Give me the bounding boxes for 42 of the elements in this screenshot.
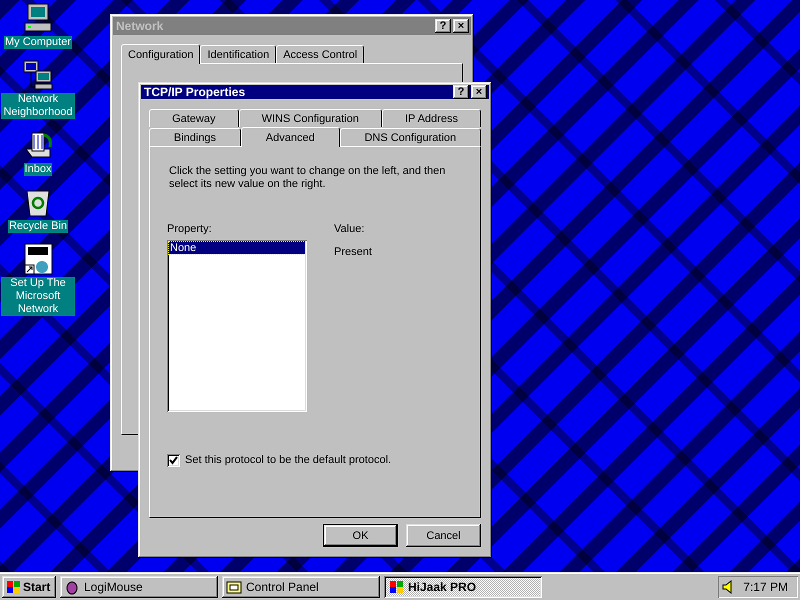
windows-flag-icon <box>5 580 21 594</box>
tab[interactable]: Bindings <box>149 128 241 146</box>
property-item[interactable]: None <box>169 242 305 254</box>
dialog-button[interactable]: OK <box>323 524 398 547</box>
tab[interactable]: Access Control <box>276 45 364 63</box>
taskbar-button[interactable]: Control Panel <box>222 576 380 598</box>
checkbox-label: Set this protocol to be the default protocol. <box>185 454 392 467</box>
property-label: Property: <box>167 223 213 236</box>
mouse-icon <box>64 578 80 594</box>
msn-shortcut-icon <box>22 243 54 275</box>
help-button[interactable]: ? <box>435 19 451 33</box>
tab[interactable]: WINS Configuration <box>238 109 382 127</box>
tab[interactable]: Gateway <box>149 109 239 127</box>
computer-icon <box>22 2 54 34</box>
taskbar-button[interactable]: LogiMouse <box>60 576 218 598</box>
desktop-icon-label[interactable]: Network Neighborhood <box>1 93 75 119</box>
desktop-icon-label[interactable]: My Computer <box>4 36 72 49</box>
tab[interactable]: IP Address <box>382 109 482 127</box>
window-title: TCP/IP Properties <box>144 85 246 99</box>
clock: 7:17 PM <box>743 580 788 594</box>
taskbar-button[interactable]: HiJaak PRO <box>384 576 542 598</box>
app-flag-icon <box>388 580 404 594</box>
checkbox[interactable] <box>167 454 180 467</box>
value-label: Value: <box>334 223 366 236</box>
value-text: Present <box>334 246 372 258</box>
tab[interactable]: DNS Configuration <box>340 128 482 146</box>
window-title: Network <box>116 19 164 33</box>
close-button[interactable]: × <box>471 85 487 99</box>
desktop-icon-label[interactable]: Inbox <box>24 163 52 176</box>
dialog-button[interactable]: Cancel <box>406 524 481 547</box>
start-button[interactable]: Start <box>2 576 56 598</box>
instructions-text: Click the setting you want to change on the left, and then select its new value on the right. <box>169 165 446 191</box>
tab[interactable]: Identification <box>200 45 276 63</box>
desktop-icon-label[interactable]: Recycle Bin <box>8 220 68 233</box>
tab[interactable]: Configuration <box>121 44 200 64</box>
tab[interactable]: Advanced <box>240 127 340 147</box>
control-panel-icon <box>226 578 242 594</box>
property-list[interactable]: None <box>167 240 307 412</box>
network-computers-icon <box>22 59 54 91</box>
close-button[interactable]: × <box>453 19 469 33</box>
desktop-icon-label[interactable]: Set Up The Microsoft Network <box>1 277 75 316</box>
help-button[interactable]: ? <box>453 85 469 99</box>
